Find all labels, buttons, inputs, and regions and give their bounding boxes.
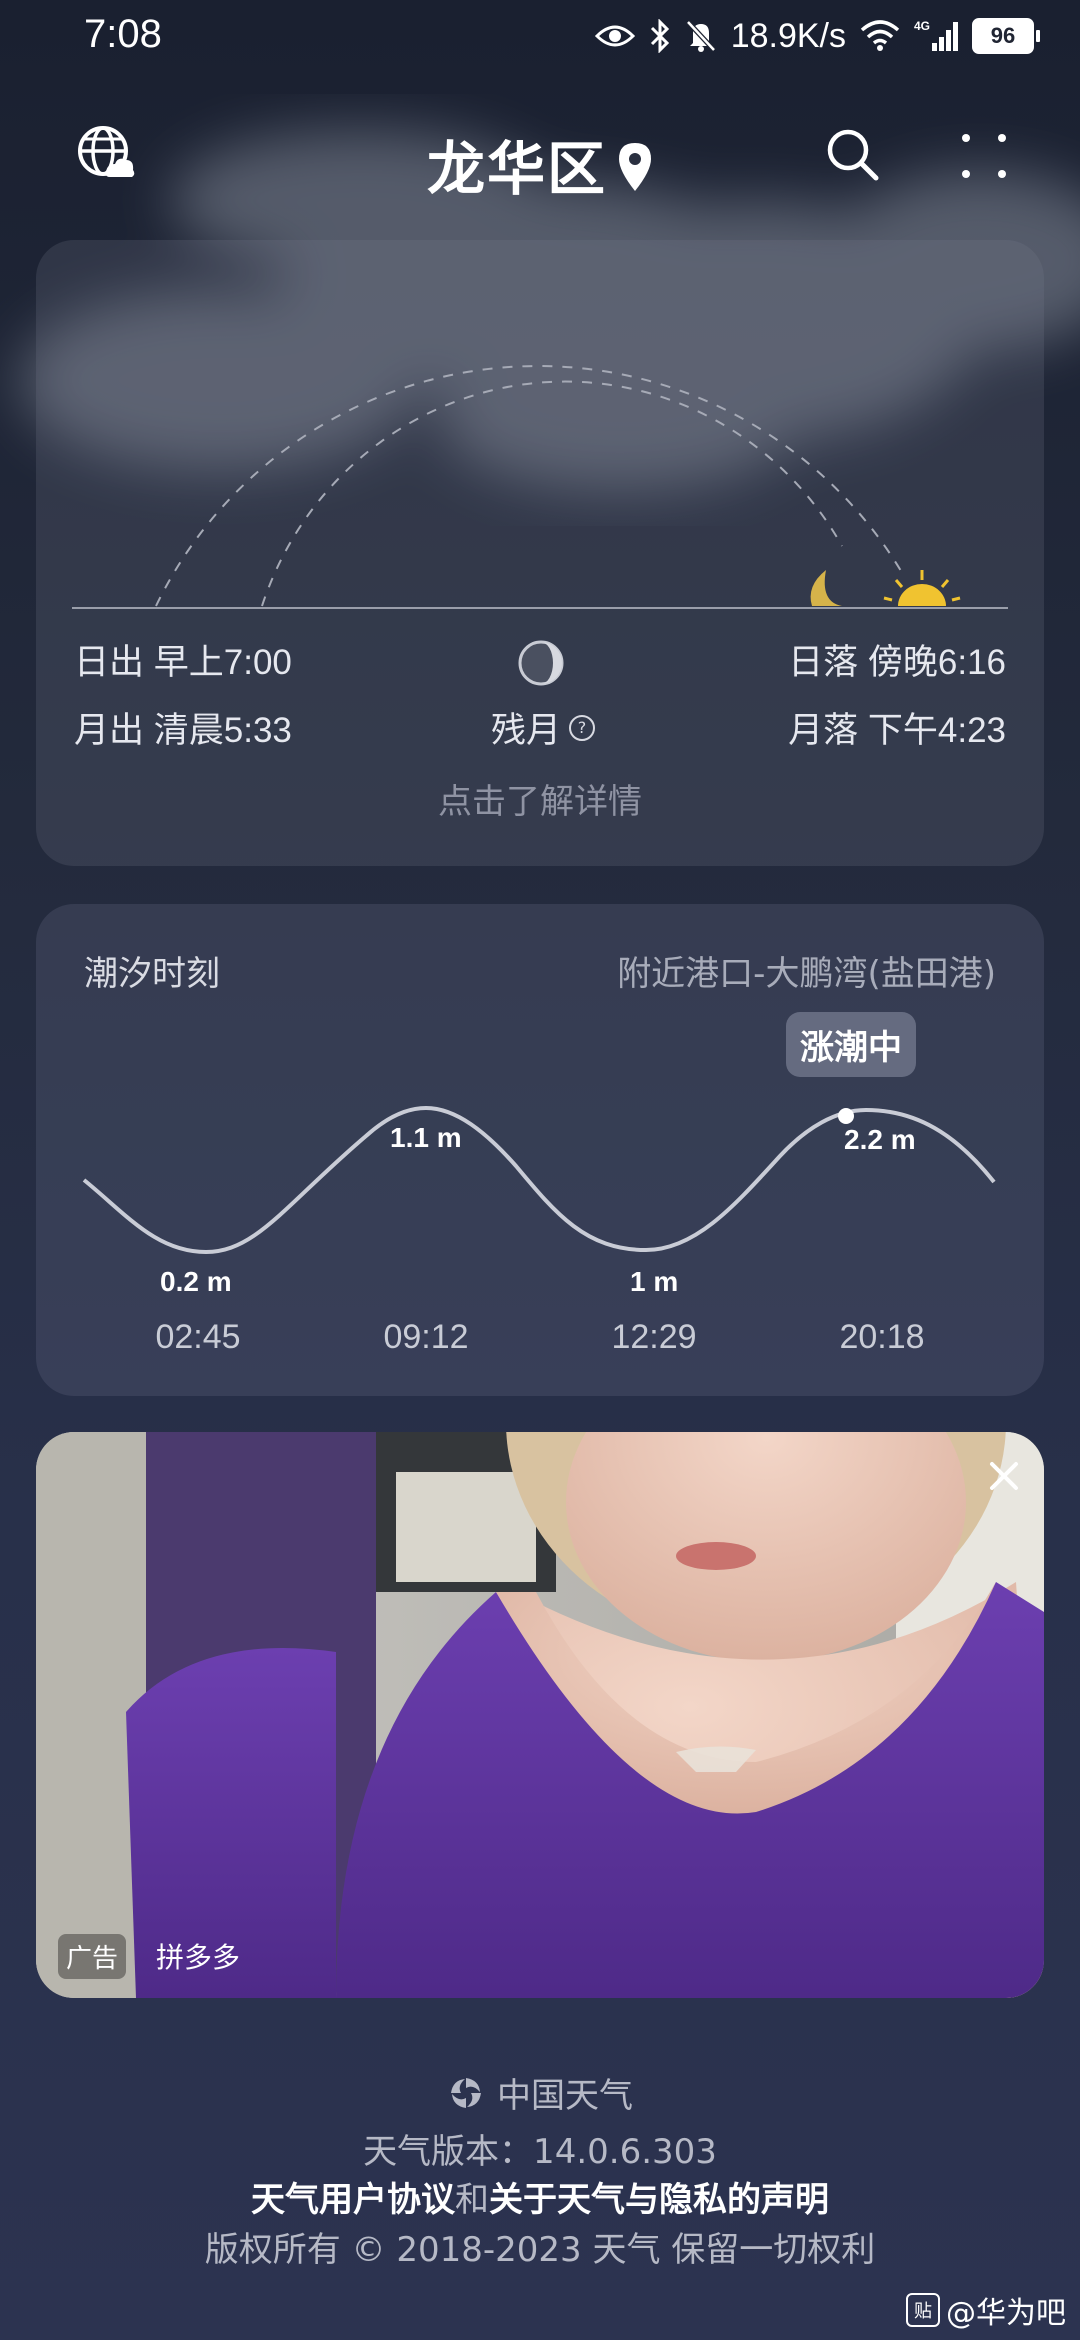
copyright: 版权所有 © 2018-2023 天气 保留一切权利: [204, 2230, 876, 2270]
app-version: 天气版本：14.0.6.303: [363, 2132, 717, 2172]
tide-height-label: 1 m: [630, 1266, 679, 1297]
ad-close-button[interactable]: [984, 1456, 1024, 1496]
help-icon[interactable]: ?: [569, 714, 596, 741]
tide-height-label: 1.1 m: [390, 1122, 462, 1153]
weather-logo-icon: [451, 2077, 481, 2108]
search-icon: [827, 129, 879, 181]
moonset-info: 月落 下午4:23: [788, 702, 1006, 753]
more-menu-button[interactable]: [958, 130, 1010, 182]
moon-phase-icon: [516, 638, 566, 688]
current-tide-dot: [838, 1108, 854, 1124]
sunset-time: 傍晚6:16: [867, 643, 1006, 682]
moon-phase[interactable]: 残月 ?: [491, 702, 596, 753]
moon-phase-label: 残月: [491, 711, 562, 751]
watermark: 贴 @华为吧: [906, 2288, 1066, 2332]
watermark-text: @华为吧: [946, 2296, 1066, 2331]
ad-tag: 广告: [58, 1934, 127, 1979]
city-name: 龙华区: [426, 135, 607, 203]
sun-moon-card[interactable]: 日出 早上7:00 月出 清晨5:33 日落 傍晚6:16 月落 下午4:23 …: [36, 240, 1044, 866]
signal-icon: 4G: [914, 19, 958, 53]
ad-brand: 拼多多: [156, 1941, 241, 1974]
close-icon: [990, 1462, 1018, 1490]
tide-card[interactable]: 潮汐时刻 附近港口-大鹏湾(盐田港) 涨潮中 0.2 m 1.1 m 1 m 2…: [36, 904, 1044, 1396]
eye-icon: [594, 22, 635, 50]
bluetooth-icon: [649, 19, 671, 53]
battery-icon: 96: [972, 18, 1040, 54]
status-icons: 18.9K/s 4G 96: [594, 14, 1040, 58]
search-button[interactable]: [824, 126, 880, 182]
moonset-time: 下午4:23: [867, 711, 1006, 750]
battery-level: 96: [972, 18, 1034, 54]
sunset-info: 日落 傍晚6:16: [788, 634, 1006, 685]
tide-time-label: 20:18: [839, 1318, 925, 1356]
network-type: 4G: [914, 19, 930, 33]
and-text: 和: [455, 2180, 489, 2220]
status-time: 7:08: [84, 12, 162, 56]
moonset-label: 月落: [788, 711, 859, 750]
sun-position-icon: [883, 570, 961, 606]
tide-time-label: 12:29: [611, 1318, 697, 1356]
advertisement-card[interactable]: 广告 拼多多: [36, 1432, 1044, 1998]
ad-image: [36, 1432, 1044, 1998]
mute-bell-icon: [685, 19, 717, 53]
tide-height-label: 0.2 m: [160, 1266, 232, 1297]
footer-links: 天气用户协议和关于天气与隐私的声明: [0, 2172, 1080, 2221]
moon-position-icon: [810, 570, 842, 606]
tide-time-label: 02:45: [155, 1318, 241, 1356]
sunrise-info: 日出 早上7:00: [74, 634, 292, 685]
tide-time-label: 09:12: [383, 1318, 469, 1356]
details-link[interactable]: 点击了解详情: [36, 774, 1044, 823]
sunrise-label: 日出: [74, 643, 145, 682]
footer-brand-name: 中国天气: [497, 2076, 633, 2116]
tide-status-badge: 涨潮中: [786, 1012, 916, 1077]
location-pin-icon: [617, 139, 653, 207]
moonrise-time: 清晨5:33: [153, 711, 292, 750]
footer-brand: 中国天气: [0, 2068, 1080, 2117]
sunset-label: 日落: [788, 643, 859, 682]
privacy-statement-link[interactable]: 关于天气与隐私的声明: [489, 2180, 829, 2220]
moonrise-label: 月出: [74, 711, 145, 750]
wifi-icon: [860, 20, 900, 52]
status-bar: 7:08 18.9K/s 4G 96: [0, 0, 1080, 74]
moonrise-info: 月出 清晨5:33: [74, 702, 292, 753]
tide-height-label: 2.2 m: [844, 1124, 916, 1155]
app-header: 龙华区: [0, 100, 1080, 210]
user-agreement-link[interactable]: 天气用户协议: [251, 2180, 455, 2220]
sun-moon-arc-diagram: [72, 365, 1008, 609]
page-title[interactable]: 龙华区: [0, 122, 1080, 207]
more-dots-icon: [962, 134, 1006, 178]
network-speed: 18.9K/s: [730, 16, 846, 55]
sunrise-time: 早上7:00: [153, 643, 292, 682]
tieba-icon: 贴: [906, 2293, 940, 2327]
